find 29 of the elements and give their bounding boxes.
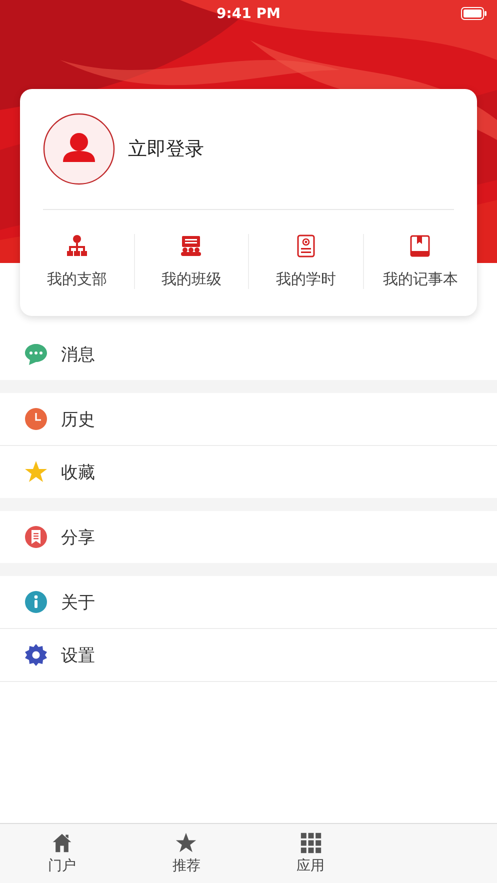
- shortcut-item[interactable]: 我的记事本: [362, 234, 477, 289]
- chat-bubble-icon: [24, 342, 48, 366]
- tab-item[interactable]: 应用: [248, 824, 373, 883]
- star-icon: [24, 460, 48, 484]
- menu-item[interactable]: 历史: [0, 393, 497, 446]
- tab-item[interactable]: 门户: [0, 824, 124, 883]
- shortcut-item[interactable]: 我的学时: [248, 234, 362, 289]
- clock-icon: [24, 407, 48, 431]
- info-icon: [24, 590, 48, 614]
- org-chart-icon: [64, 234, 89, 258]
- shortcut-item[interactable]: 我的支部: [20, 234, 134, 289]
- menu-item[interactable]: 设置: [0, 629, 497, 681]
- group-icon: [179, 234, 204, 258]
- menu-item[interactable]: 收藏: [0, 446, 497, 498]
- menu-item[interactable]: 分享: [0, 511, 497, 563]
- star-icon: [175, 832, 198, 854]
- bookmark-icon: [24, 525, 48, 549]
- book-icon: [408, 234, 432, 258]
- tab-item[interactable]: 推荐: [124, 824, 248, 883]
- shortcut-item[interactable]: 我的班级: [134, 234, 248, 289]
- battery-icon: [461, 7, 487, 20]
- home-icon: [51, 832, 74, 854]
- grid-icon: [300, 832, 322, 854]
- login-link[interactable]: 立即登录: [128, 136, 204, 162]
- menu-item[interactable]: 关于: [0, 576, 497, 629]
- settings-icon: [24, 643, 48, 667]
- status-time: 9:41 PM: [216, 6, 280, 22]
- menu-item[interactable]: 消息: [0, 328, 497, 380]
- avatar-icon[interactable]: [43, 113, 115, 185]
